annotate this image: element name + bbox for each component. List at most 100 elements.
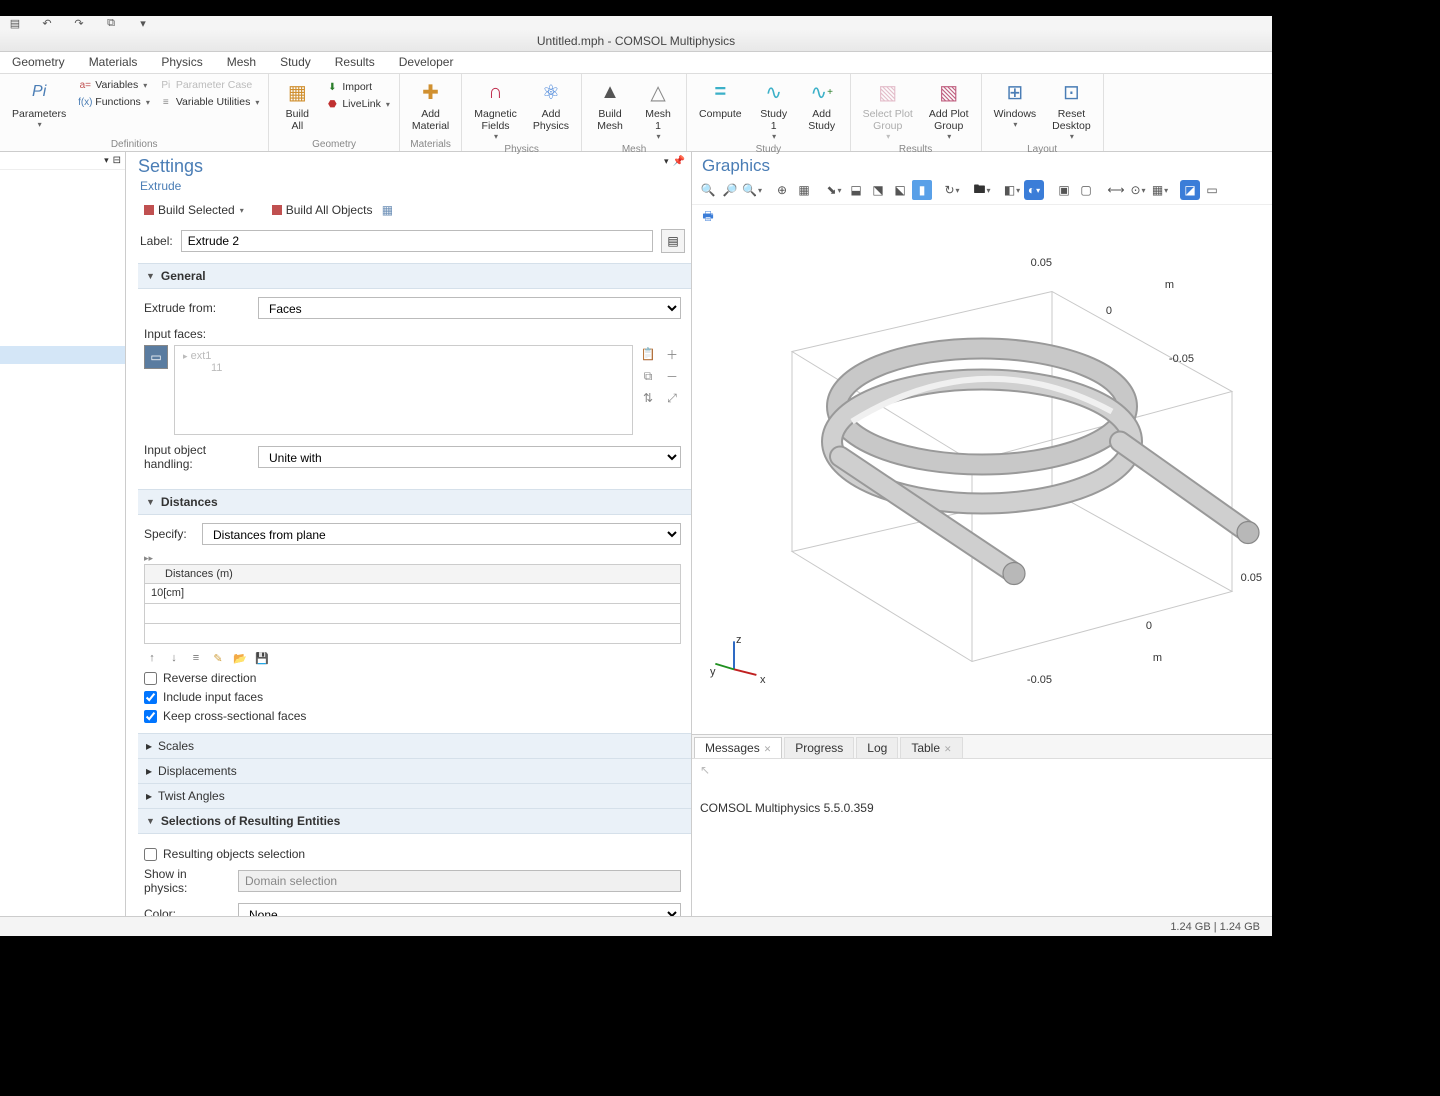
- view-xy-icon[interactable]: ⬊▾: [824, 180, 844, 200]
- pin-icon[interactable]: ⊟: [113, 155, 121, 166]
- section-displacements-head[interactable]: ▸Displacements: [138, 758, 691, 783]
- mesh-1-button[interactable]: △ Mesh 1▾: [636, 76, 680, 143]
- keep-cross-sectional-checkbox[interactable]: [144, 710, 157, 723]
- undo-icon[interactable]: ↶: [40, 16, 54, 30]
- variables-button[interactable]: a=Variables▾: [76, 78, 153, 92]
- tab-geometry[interactable]: Geometry: [0, 51, 77, 73]
- tab-table[interactable]: Table✕: [900, 737, 962, 759]
- model-tree-panel[interactable]: ▾ ⊟: [0, 152, 126, 916]
- section-distances-head[interactable]: ▼ Distances: [138, 490, 691, 515]
- section-selections-head[interactable]: ▼ Selections of Resulting Entities: [138, 809, 691, 834]
- windows-button[interactable]: ⊞ Windows▾: [988, 76, 1043, 131]
- extrude-from-select[interactable]: Faces: [258, 297, 681, 319]
- grid-icon[interactable]: ▦: [794, 180, 814, 200]
- copy-faces-icon[interactable]: ⧉: [639, 367, 657, 385]
- add-face-icon[interactable]: ＋: [663, 345, 681, 363]
- move-up-icon[interactable]: ↑: [144, 650, 160, 666]
- remove-face-icon[interactable]: －: [663, 367, 681, 385]
- swap-icon[interactable]: ⇅: [639, 389, 657, 407]
- save-table-icon[interactable]: 💾: [254, 650, 270, 666]
- render-mode-icon[interactable]: ◐▾: [1024, 180, 1044, 200]
- wireframe-toggle-icon[interactable]: ▮: [912, 180, 932, 200]
- livelink-button[interactable]: ⬣LiveLink▾: [323, 97, 393, 111]
- graphics-canvas[interactable]: 0.05 0 m -0.05 0.05 0 m -0.05: [692, 229, 1272, 734]
- select-boundary-icon[interactable]: ▢: [1076, 180, 1096, 200]
- copy-icon[interactable]: ⧉: [104, 16, 118, 30]
- tab-mesh[interactable]: Mesh: [215, 51, 268, 73]
- measure-icon[interactable]: ⟷: [1106, 180, 1126, 200]
- view-3d-icon[interactable]: ⬕: [890, 180, 910, 200]
- redo-icon[interactable]: ↷: [72, 16, 86, 30]
- select-entity-icon[interactable]: ▣: [1054, 180, 1074, 200]
- add-physics-button[interactable]: ⚛ Add Physics: [527, 76, 575, 134]
- zoom-in-icon[interactable]: 🔍: [698, 180, 718, 200]
- label-input[interactable]: [181, 230, 653, 252]
- reverse-direction-checkbox[interactable]: [144, 672, 157, 685]
- load-icon[interactable]: 📂: [232, 650, 248, 666]
- distance-cell-2[interactable]: [144, 624, 681, 644]
- snapshot-icon[interactable]: ▦▾: [1150, 180, 1170, 200]
- parameters-button[interactable]: Pi Parameters ▾: [6, 76, 72, 131]
- build-mesh-button[interactable]: ▲ Build Mesh: [588, 76, 632, 134]
- section-twist-angles-head[interactable]: ▸Twist Angles: [138, 783, 691, 808]
- section-general-head[interactable]: ▼ General: [138, 264, 691, 289]
- tab-results[interactable]: Results: [323, 51, 387, 73]
- input-faces-list[interactable]: ▸ ext1 11: [174, 345, 633, 435]
- save-icon[interactable]: ▤: [8, 16, 22, 30]
- paste-icon[interactable]: 📋: [639, 345, 657, 363]
- delete-row-icon[interactable]: ≡: [188, 650, 204, 666]
- hide-icon[interactable]: ▭: [1202, 180, 1222, 200]
- more-icon[interactable]: ▾: [136, 16, 150, 30]
- clip-plane-icon[interactable]: ◧▾: [1002, 180, 1022, 200]
- view-xz-icon[interactable]: ⬔: [868, 180, 888, 200]
- add-plot-group-button[interactable]: ▧ Add Plot Group▾: [923, 76, 975, 143]
- probe-icon[interactable]: ⊙▾: [1128, 180, 1148, 200]
- distance-cell-0[interactable]: 10[cm]: [144, 584, 681, 604]
- build-all-button[interactable]: ▦ Build All: [275, 76, 319, 134]
- dropdown-icon[interactable]: ▾: [664, 156, 669, 167]
- magnetic-fields-button[interactable]: ∩ Magnetic Fields▾: [468, 76, 523, 143]
- label-action-button[interactable]: ▤: [661, 229, 685, 253]
- build-all-objects-button[interactable]: Build All Objects: [268, 201, 377, 219]
- preview-icon[interactable]: ▦: [380, 203, 394, 217]
- tab-messages[interactable]: Messages✕: [694, 737, 782, 758]
- tab-physics[interactable]: Physics: [149, 51, 214, 73]
- zoom-out-icon[interactable]: 🔎: [720, 180, 740, 200]
- minimize-icon[interactable]: ▾: [104, 155, 109, 166]
- variable-utilities-button[interactable]: ≡Variable Utilities▾: [157, 95, 263, 109]
- close-icon[interactable]: ✕: [944, 744, 952, 754]
- compute-button[interactable]: = Compute: [693, 76, 748, 122]
- zoom-face-icon[interactable]: ⤢: [663, 389, 681, 407]
- tab-developer[interactable]: Developer: [387, 51, 466, 73]
- lighting-icon[interactable]: 🖿▾: [972, 180, 992, 200]
- move-down-icon[interactable]: ↓: [166, 650, 182, 666]
- tab-study[interactable]: Study: [268, 51, 323, 73]
- distance-cell-1[interactable]: [144, 604, 681, 624]
- build-selected-button[interactable]: Build Selected ▾: [140, 201, 248, 219]
- add-material-button[interactable]: ✚ Add Material: [406, 76, 455, 134]
- specify-select[interactable]: Distances from plane: [202, 523, 681, 545]
- tree-selected-row[interactable]: [0, 346, 125, 364]
- section-scales-head[interactable]: ▸Scales: [138, 733, 691, 758]
- input-object-handling-select[interactable]: Unite with: [258, 446, 681, 468]
- resulting-objects-checkbox[interactable]: [144, 848, 157, 861]
- functions-button[interactable]: f(x)Functions▾: [76, 95, 153, 109]
- study-1-button[interactable]: ∿ Study 1▾: [752, 76, 796, 143]
- pin-panel-icon[interactable]: 📌: [673, 156, 685, 167]
- add-study-button[interactable]: ∿+ Add Study: [800, 76, 844, 134]
- tab-progress[interactable]: Progress: [784, 737, 854, 759]
- tab-log[interactable]: Log: [856, 737, 898, 759]
- import-button[interactable]: ⬇Import: [323, 80, 393, 94]
- zoom-extents-icon[interactable]: ⊕: [772, 180, 792, 200]
- zoom-box-icon[interactable]: 🔍▾: [742, 180, 762, 200]
- transparency-toggle-icon[interactable]: ◪: [1180, 180, 1200, 200]
- print-icon[interactable]: 🖶: [698, 207, 718, 227]
- selection-toggle-button[interactable]: ▭: [144, 345, 168, 369]
- color-select[interactable]: None: [238, 903, 681, 916]
- include-input-faces-checkbox[interactable]: [144, 691, 157, 704]
- reset-desktop-button[interactable]: ⊡ Reset Desktop▾: [1046, 76, 1097, 143]
- rotate-icon[interactable]: ↻▾: [942, 180, 962, 200]
- tab-materials[interactable]: Materials: [77, 51, 150, 73]
- clear-icon[interactable]: ✎: [210, 650, 226, 666]
- view-yz-icon[interactable]: ⬓: [846, 180, 866, 200]
